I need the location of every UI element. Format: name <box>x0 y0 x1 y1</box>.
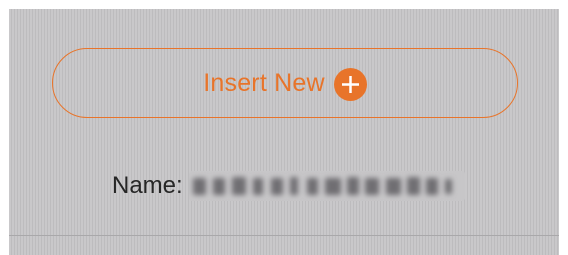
screenshot-frame: Insert New Name: <box>0 0 568 255</box>
form-panel: Insert New Name: <box>9 9 559 255</box>
name-value-blurred <box>188 171 465 201</box>
bottom-divider <box>9 235 559 236</box>
plus-circle-icon <box>333 67 367 101</box>
insert-new-button[interactable]: Insert New <box>52 48 518 118</box>
name-row: Name: <box>112 169 465 203</box>
insert-new-label: Insert New <box>203 68 325 97</box>
name-label: Name: <box>112 172 183 199</box>
